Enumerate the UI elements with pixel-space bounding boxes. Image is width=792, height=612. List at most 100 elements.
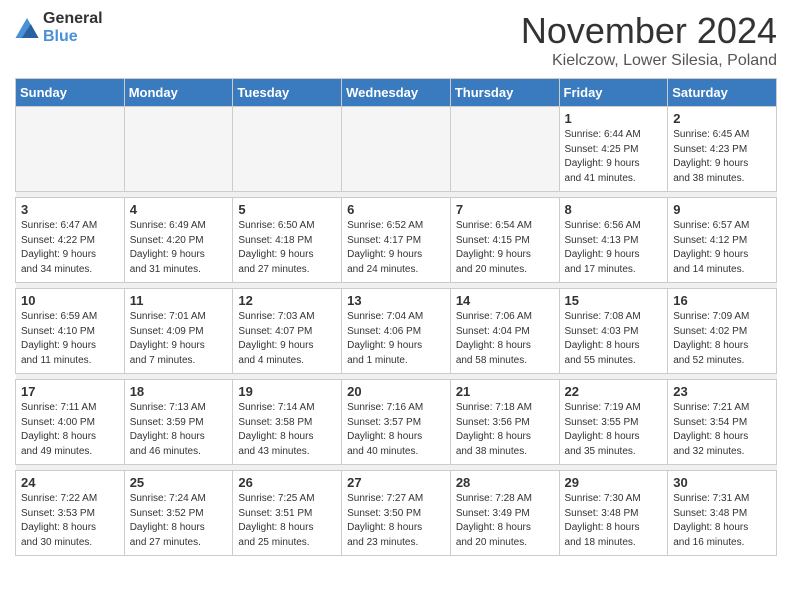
day-info: Sunrise: 6:57 AM Sunset: 4:12 PM Dayligh…: [673, 219, 771, 277]
day-info: Sunrise: 7:14 AM Sunset: 3:58 PM Dayligh…: [238, 401, 336, 459]
calendar-cell: 4 Sunrise: 6:49 AM Sunset: 4:20 PM Daylig…: [124, 198, 233, 283]
day-info: Sunrise: 6:52 AM Sunset: 4:17 PM Dayligh…: [347, 219, 445, 277]
day-info: Sunrise: 7:27 AM Sunset: 3:50 PM Dayligh…: [347, 492, 445, 550]
day-info: Sunrise: 6:49 AM Sunset: 4:20 PM Dayligh…: [130, 219, 228, 277]
calendar-cell: 2 Sunrise: 6:45 AM Sunset: 4:23 PM Daylig…: [668, 107, 777, 192]
day-info: Sunrise: 7:24 AM Sunset: 3:52 PM Dayligh…: [130, 492, 228, 550]
day-number: 3: [21, 202, 119, 217]
calendar-cell: 18 Sunrise: 7:13 AM Sunset: 3:59 PM Dayli…: [124, 380, 233, 465]
day-number: 14: [456, 293, 554, 308]
header-wednesday: Wednesday: [342, 79, 451, 107]
calendar-cell: 6 Sunrise: 6:52 AM Sunset: 4:17 PM Daylig…: [342, 198, 451, 283]
day-number: 1: [565, 111, 663, 126]
day-number: 25: [130, 475, 228, 490]
calendar-cell: 28 Sunrise: 7:28 AM Sunset: 3:49 PM Dayli…: [450, 471, 559, 556]
day-number: 5: [238, 202, 336, 217]
header-sunday: Sunday: [16, 79, 125, 107]
calendar-cell: 16Sunrise: 7:09 AM Sunset: 4:02 PM Dayli…: [668, 289, 777, 374]
day-number: 12: [238, 293, 336, 308]
title-area: November 2024 Kielczow, Lower Silesia, P…: [521, 10, 777, 70]
day-info: Sunrise: 7:09 AM Sunset: 4:02 PM Dayligh…: [673, 310, 771, 368]
header-thursday: Thursday: [450, 79, 559, 107]
calendar-cell: 12 Sunrise: 7:03 AM Sunset: 4:07 PM Dayli…: [233, 289, 342, 374]
day-number: 22: [565, 384, 663, 399]
calendar-cell: 11 Sunrise: 7:01 AM Sunset: 4:09 PM Dayli…: [124, 289, 233, 374]
calendar-cell: 24 Sunrise: 7:22 AM Sunset: 3:53 PM Dayli…: [16, 471, 125, 556]
day-info: Sunrise: 7:01 AM Sunset: 4:09 PM Dayligh…: [130, 310, 228, 368]
header-monday: Monday: [124, 79, 233, 107]
day-number: 28: [456, 475, 554, 490]
day-number: 7: [456, 202, 554, 217]
day-info: Sunrise: 7:30 AM Sunset: 3:48 PM Dayligh…: [565, 492, 663, 550]
day-number: 15: [565, 293, 663, 308]
day-number: 19: [238, 384, 336, 399]
day-info: Sunrise: 7:28 AM Sunset: 3:49 PM Dayligh…: [456, 492, 554, 550]
day-info: Sunrise: 7:04 AM Sunset: 4:06 PM Dayligh…: [347, 310, 445, 368]
day-info: Sunrise: 7:11 AM Sunset: 4:00 PM Dayligh…: [21, 401, 119, 459]
calendar-header-row: SundayMondayTuesdayWednesdayThursdayFrid…: [16, 79, 777, 107]
day-info: Sunrise: 7:22 AM Sunset: 3:53 PM Dayligh…: [21, 492, 119, 550]
day-number: 24: [21, 475, 119, 490]
calendar-cell: [450, 107, 559, 192]
calendar-table: SundayMondayTuesdayWednesdayThursdayFrid…: [15, 78, 777, 556]
day-number: 13: [347, 293, 445, 308]
calendar-cell: 10Sunrise: 6:59 AM Sunset: 4:10 PM Dayli…: [16, 289, 125, 374]
week-row-0: 1 Sunrise: 6:44 AM Sunset: 4:25 PM Daylig…: [16, 107, 777, 192]
day-info: Sunrise: 6:56 AM Sunset: 4:13 PM Dayligh…: [565, 219, 663, 277]
header-tuesday: Tuesday: [233, 79, 342, 107]
day-number: 4: [130, 202, 228, 217]
calendar-cell: 19 Sunrise: 7:14 AM Sunset: 3:58 PM Dayli…: [233, 380, 342, 465]
day-number: 18: [130, 384, 228, 399]
calendar-cell: [342, 107, 451, 192]
calendar-cell: [16, 107, 125, 192]
calendar-cell: 15 Sunrise: 7:08 AM Sunset: 4:03 PM Dayli…: [559, 289, 668, 374]
logo-text: General Blue: [43, 10, 103, 46]
day-info: Sunrise: 7:31 AM Sunset: 3:48 PM Dayligh…: [673, 492, 771, 550]
day-info: Sunrise: 6:44 AM Sunset: 4:25 PM Dayligh…: [565, 128, 663, 186]
day-info: Sunrise: 7:16 AM Sunset: 3:57 PM Dayligh…: [347, 401, 445, 459]
calendar-cell: 26 Sunrise: 7:25 AM Sunset: 3:51 PM Dayli…: [233, 471, 342, 556]
day-info: Sunrise: 7:13 AM Sunset: 3:59 PM Dayligh…: [130, 401, 228, 459]
calendar-cell: 20 Sunrise: 7:16 AM Sunset: 3:57 PM Dayli…: [342, 380, 451, 465]
calendar-cell: 23Sunrise: 7:21 AM Sunset: 3:54 PM Dayli…: [668, 380, 777, 465]
calendar-body: 1 Sunrise: 6:44 AM Sunset: 4:25 PM Daylig…: [16, 107, 777, 556]
calendar-cell: 5 Sunrise: 6:50 AM Sunset: 4:18 PM Daylig…: [233, 198, 342, 283]
day-info: Sunrise: 7:08 AM Sunset: 4:03 PM Dayligh…: [565, 310, 663, 368]
day-number: 29: [565, 475, 663, 490]
calendar-cell: 30Sunrise: 7:31 AM Sunset: 3:48 PM Dayli…: [668, 471, 777, 556]
day-info: Sunrise: 6:47 AM Sunset: 4:22 PM Dayligh…: [21, 219, 119, 277]
day-number: 2: [673, 111, 771, 126]
day-number: 21: [456, 384, 554, 399]
day-number: 27: [347, 475, 445, 490]
day-number: 26: [238, 475, 336, 490]
calendar-cell: 27 Sunrise: 7:27 AM Sunset: 3:50 PM Dayli…: [342, 471, 451, 556]
calendar-cell: 9 Sunrise: 6:57 AM Sunset: 4:12 PM Daylig…: [668, 198, 777, 283]
day-info: Sunrise: 6:59 AM Sunset: 4:10 PM Dayligh…: [21, 310, 119, 368]
day-info: Sunrise: 7:18 AM Sunset: 3:56 PM Dayligh…: [456, 401, 554, 459]
calendar-cell: 14Sunrise: 7:06 AM Sunset: 4:04 PM Dayli…: [450, 289, 559, 374]
day-number: 6: [347, 202, 445, 217]
day-number: 20: [347, 384, 445, 399]
logo: General Blue: [15, 10, 103, 46]
header-saturday: Saturday: [668, 79, 777, 107]
day-info: Sunrise: 6:45 AM Sunset: 4:23 PM Dayligh…: [673, 128, 771, 186]
day-info: Sunrise: 6:54 AM Sunset: 4:15 PM Dayligh…: [456, 219, 554, 277]
day-info: Sunrise: 7:25 AM Sunset: 3:51 PM Dayligh…: [238, 492, 336, 550]
location-title: Kielczow, Lower Silesia, Poland: [521, 52, 777, 70]
calendar-cell: 13 Sunrise: 7:04 AM Sunset: 4:06 PM Dayli…: [342, 289, 451, 374]
calendar-cell: 25 Sunrise: 7:24 AM Sunset: 3:52 PM Dayli…: [124, 471, 233, 556]
week-row-1: 3 Sunrise: 6:47 AM Sunset: 4:22 PM Daylig…: [16, 198, 777, 283]
day-number: 9: [673, 202, 771, 217]
day-info: Sunrise: 7:03 AM Sunset: 4:07 PM Dayligh…: [238, 310, 336, 368]
week-row-2: 10Sunrise: 6:59 AM Sunset: 4:10 PM Dayli…: [16, 289, 777, 374]
calendar-cell: 8Sunrise: 6:56 AM Sunset: 4:13 PM Daylig…: [559, 198, 668, 283]
calendar-cell: 29 Sunrise: 7:30 AM Sunset: 3:48 PM Dayli…: [559, 471, 668, 556]
month-title: November 2024: [521, 10, 777, 52]
day-info: Sunrise: 7:21 AM Sunset: 3:54 PM Dayligh…: [673, 401, 771, 459]
week-row-3: 17Sunrise: 7:11 AM Sunset: 4:00 PM Dayli…: [16, 380, 777, 465]
day-info: Sunrise: 6:50 AM Sunset: 4:18 PM Dayligh…: [238, 219, 336, 277]
calendar-cell: 3 Sunrise: 6:47 AM Sunset: 4:22 PM Daylig…: [16, 198, 125, 283]
calendar-cell: 1 Sunrise: 6:44 AM Sunset: 4:25 PM Daylig…: [559, 107, 668, 192]
logo-icon: [15, 18, 39, 38]
day-number: 11: [130, 293, 228, 308]
